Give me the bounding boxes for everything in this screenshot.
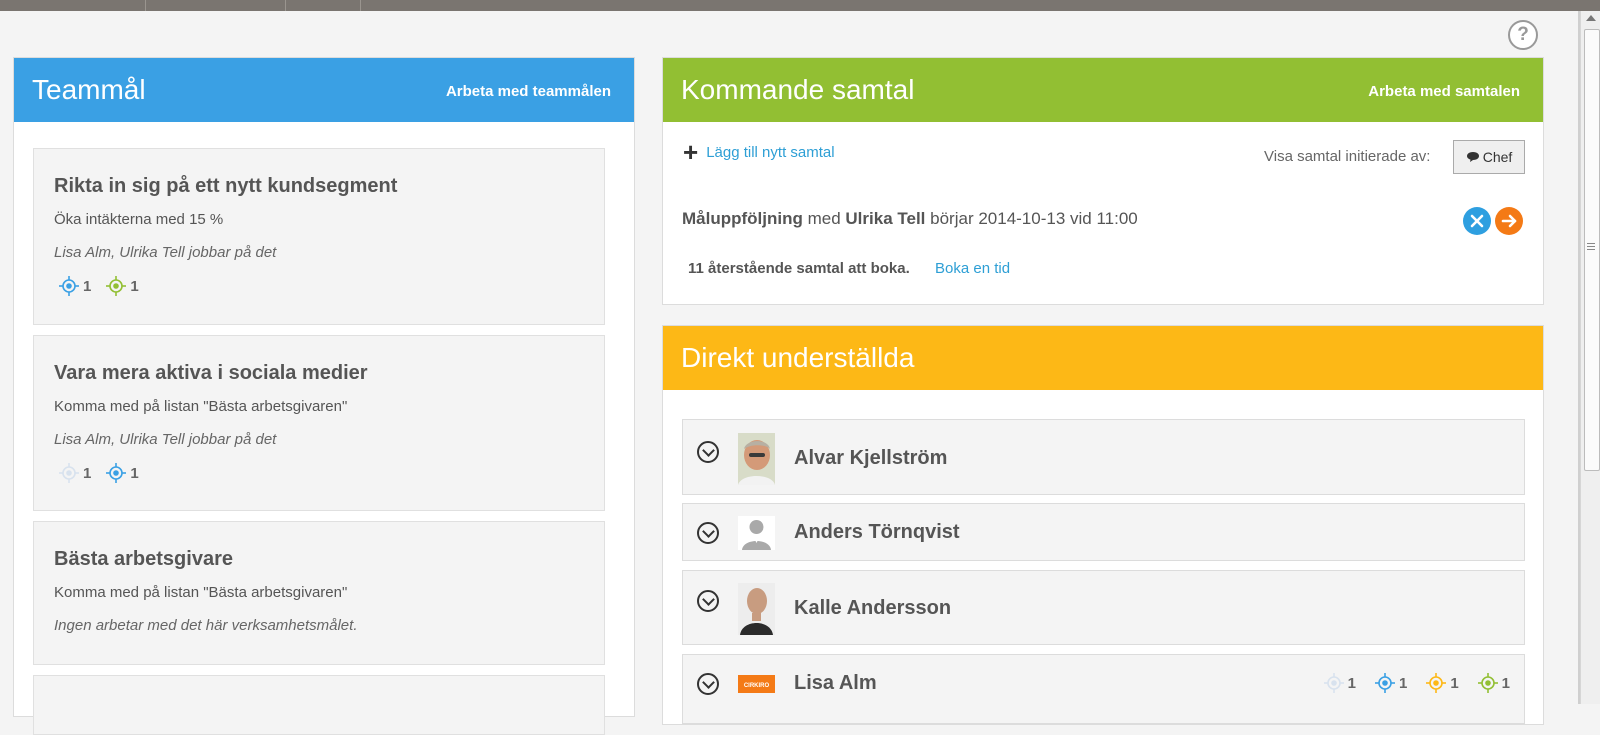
goal-title: Rikta in sig på ett nytt kundsegment	[54, 175, 398, 197]
add-talk-link[interactable]: + Lägg till nytt samtal	[683, 137, 835, 167]
help-icon[interactable]: ?	[1508, 20, 1538, 50]
chevron-down-icon[interactable]	[697, 590, 719, 612]
book-time-link[interactable]: Boka en tid	[935, 260, 1010, 277]
nav-separator	[145, 0, 146, 11]
work-with-talks-link[interactable]: Arbeta med samtalen	[1368, 83, 1520, 100]
filter-chef-button[interactable]: Chef	[1453, 140, 1525, 174]
target-icon	[59, 463, 79, 483]
goal-metric: 1	[105, 462, 139, 484]
goal-metrics: 1 1	[58, 276, 153, 296]
direct-reports-panel: Direkt underställda Alvar Kjellström And…	[662, 325, 1544, 725]
goal-assignees: Lisa Alm, Ulrika Tell jobbar på det	[54, 244, 277, 261]
report-metric: 1	[1374, 672, 1407, 694]
goal-metric: 1	[58, 275, 91, 297]
direct-report-name: Alvar Kjellström	[794, 447, 948, 469]
work-with-teamgoals-link[interactable]: Arbeta med teammålen	[446, 83, 611, 100]
cancel-meeting-button[interactable]	[1463, 207, 1491, 235]
direct-report-name: Lisa Alm	[794, 672, 877, 694]
direct-report-row[interactable]: Alvar Kjellström	[682, 419, 1525, 495]
goal-title: Bästa arbetsgivare	[54, 548, 233, 570]
scrollbar-thumb[interactable]	[1584, 29, 1600, 471]
goal-card[interactable]	[33, 675, 605, 735]
top-nav-bar	[0, 0, 1600, 11]
svg-text:CIRKIRO: CIRKIRO	[744, 683, 770, 689]
speech-bubble-icon	[1466, 152, 1479, 162]
goal-metrics: 1 1	[58, 463, 153, 483]
vertical-scrollbar[interactable]	[1580, 11, 1600, 704]
report-metric: 1	[1425, 672, 1459, 694]
filter-chef-label: Chef	[1482, 149, 1513, 165]
upcoming-talks-panel: Kommande samtal Arbeta med samtalen + Lä…	[662, 57, 1544, 305]
goal-card[interactable]: Bästa arbetsgivare Komma med på listan "…	[33, 521, 605, 665]
photo-avatar-icon	[738, 583, 775, 635]
plus-icon: +	[683, 137, 699, 167]
nav-separator	[285, 0, 286, 11]
upcoming-meeting: Måluppföljning med Ulrika Tell börjar 20…	[682, 209, 1138, 229]
default-avatar-icon	[738, 516, 775, 550]
goal-title: Vara mera aktiva i sociala medier	[54, 362, 368, 384]
remaining-talks-text: 11 återstående samtal att boka.	[688, 260, 910, 277]
goal-metric: 1	[58, 462, 91, 484]
logo-avatar-icon: CIRKIRO	[738, 675, 775, 693]
direct-report-row[interactable]: Kalle Andersson	[682, 570, 1525, 645]
avatar	[738, 433, 775, 485]
upcoming-talks-header: Kommande samtal Arbeta med samtalen	[663, 58, 1543, 122]
close-icon	[1470, 214, 1484, 228]
goal-description: Öka intäkterna med 15 %	[54, 211, 224, 228]
direct-report-row[interactable]: CIRKIRO Lisa Alm 1 1 1 1	[682, 654, 1525, 724]
meeting-with-word: med	[807, 209, 841, 228]
meeting-person: Ulrika Tell	[845, 209, 926, 228]
report-metric: 1	[1323, 672, 1356, 694]
add-talk-label: Lägg till nytt samtal	[706, 143, 835, 161]
goal-description: Komma med på listan "Bästa arbetsgivaren…	[54, 584, 348, 601]
goal-assignees: Ingen arbetar med det här verksamhetsmål…	[54, 617, 358, 634]
target-icon	[1477, 673, 1498, 693]
report-metric-value: 1	[1398, 674, 1408, 692]
meeting-time: börjar 2014-10-13 vid 11:00	[930, 209, 1138, 228]
chevron-down-icon[interactable]	[697, 441, 719, 463]
goal-description: Komma med på listan "Bästa arbetsgivaren…	[54, 398, 348, 415]
report-metric: 1	[1477, 672, 1510, 694]
report-metric-value: 1	[1501, 674, 1510, 692]
scroll-up-arrow-icon[interactable]	[1586, 15, 1596, 21]
teamgoals-header: Teammål Arbeta med teammålen	[14, 58, 634, 122]
target-icon	[1323, 673, 1344, 693]
goal-metric: 1	[105, 275, 139, 297]
direct-report-metrics: 1 1 1 1	[1305, 672, 1510, 694]
target-icon	[106, 276, 127, 296]
goal-metric-value: 1	[130, 464, 139, 482]
chevron-down-icon[interactable]	[697, 522, 719, 544]
direct-report-name: Anders Törnqvist	[794, 521, 960, 543]
direct-report-name: Kalle Andersson	[794, 597, 952, 619]
goal-metric-value: 1	[83, 277, 92, 295]
upcoming-talks-title: Kommande samtal	[681, 74, 915, 105]
target-icon	[59, 276, 79, 296]
goal-card[interactable]: Rikta in sig på ett nytt kundsegment Öka…	[33, 148, 605, 325]
goal-metric-value: 1	[83, 464, 92, 482]
goal-card[interactable]: Vara mera aktiva i sociala medier Komma …	[33, 335, 605, 511]
avatar	[738, 583, 775, 635]
report-metric-value: 1	[1450, 674, 1459, 692]
nav-separator	[360, 0, 361, 11]
goal-metric-value: 1	[130, 277, 139, 295]
direct-reports-header: Direkt underställda	[663, 326, 1543, 390]
direct-report-row[interactable]: Anders Törnqvist	[682, 503, 1525, 561]
open-meeting-button[interactable]	[1495, 207, 1523, 235]
target-icon	[1374, 673, 1395, 693]
teamgoals-panel: Teammål Arbeta med teammålen Rikta in si…	[13, 57, 635, 735]
goal-assignees: Lisa Alm, Ulrika Tell jobbar på det	[54, 431, 277, 448]
teamgoals-title: Teammål	[32, 74, 146, 105]
direct-reports-title: Direkt underställda	[681, 342, 915, 373]
target-icon	[106, 463, 127, 483]
photo-avatar-icon	[738, 433, 775, 485]
avatar	[738, 516, 775, 550]
chevron-down-icon[interactable]	[697, 673, 719, 695]
arrow-right-icon	[1501, 214, 1517, 228]
show-initiated-by-label: Visa samtal initierade av:	[1264, 148, 1431, 165]
meeting-type: Måluppföljning	[682, 209, 803, 228]
report-metric-value: 1	[1347, 674, 1356, 692]
scrollbar-grip-icon	[1587, 243, 1595, 244]
target-icon	[1426, 673, 1447, 693]
avatar: CIRKIRO	[738, 675, 775, 693]
